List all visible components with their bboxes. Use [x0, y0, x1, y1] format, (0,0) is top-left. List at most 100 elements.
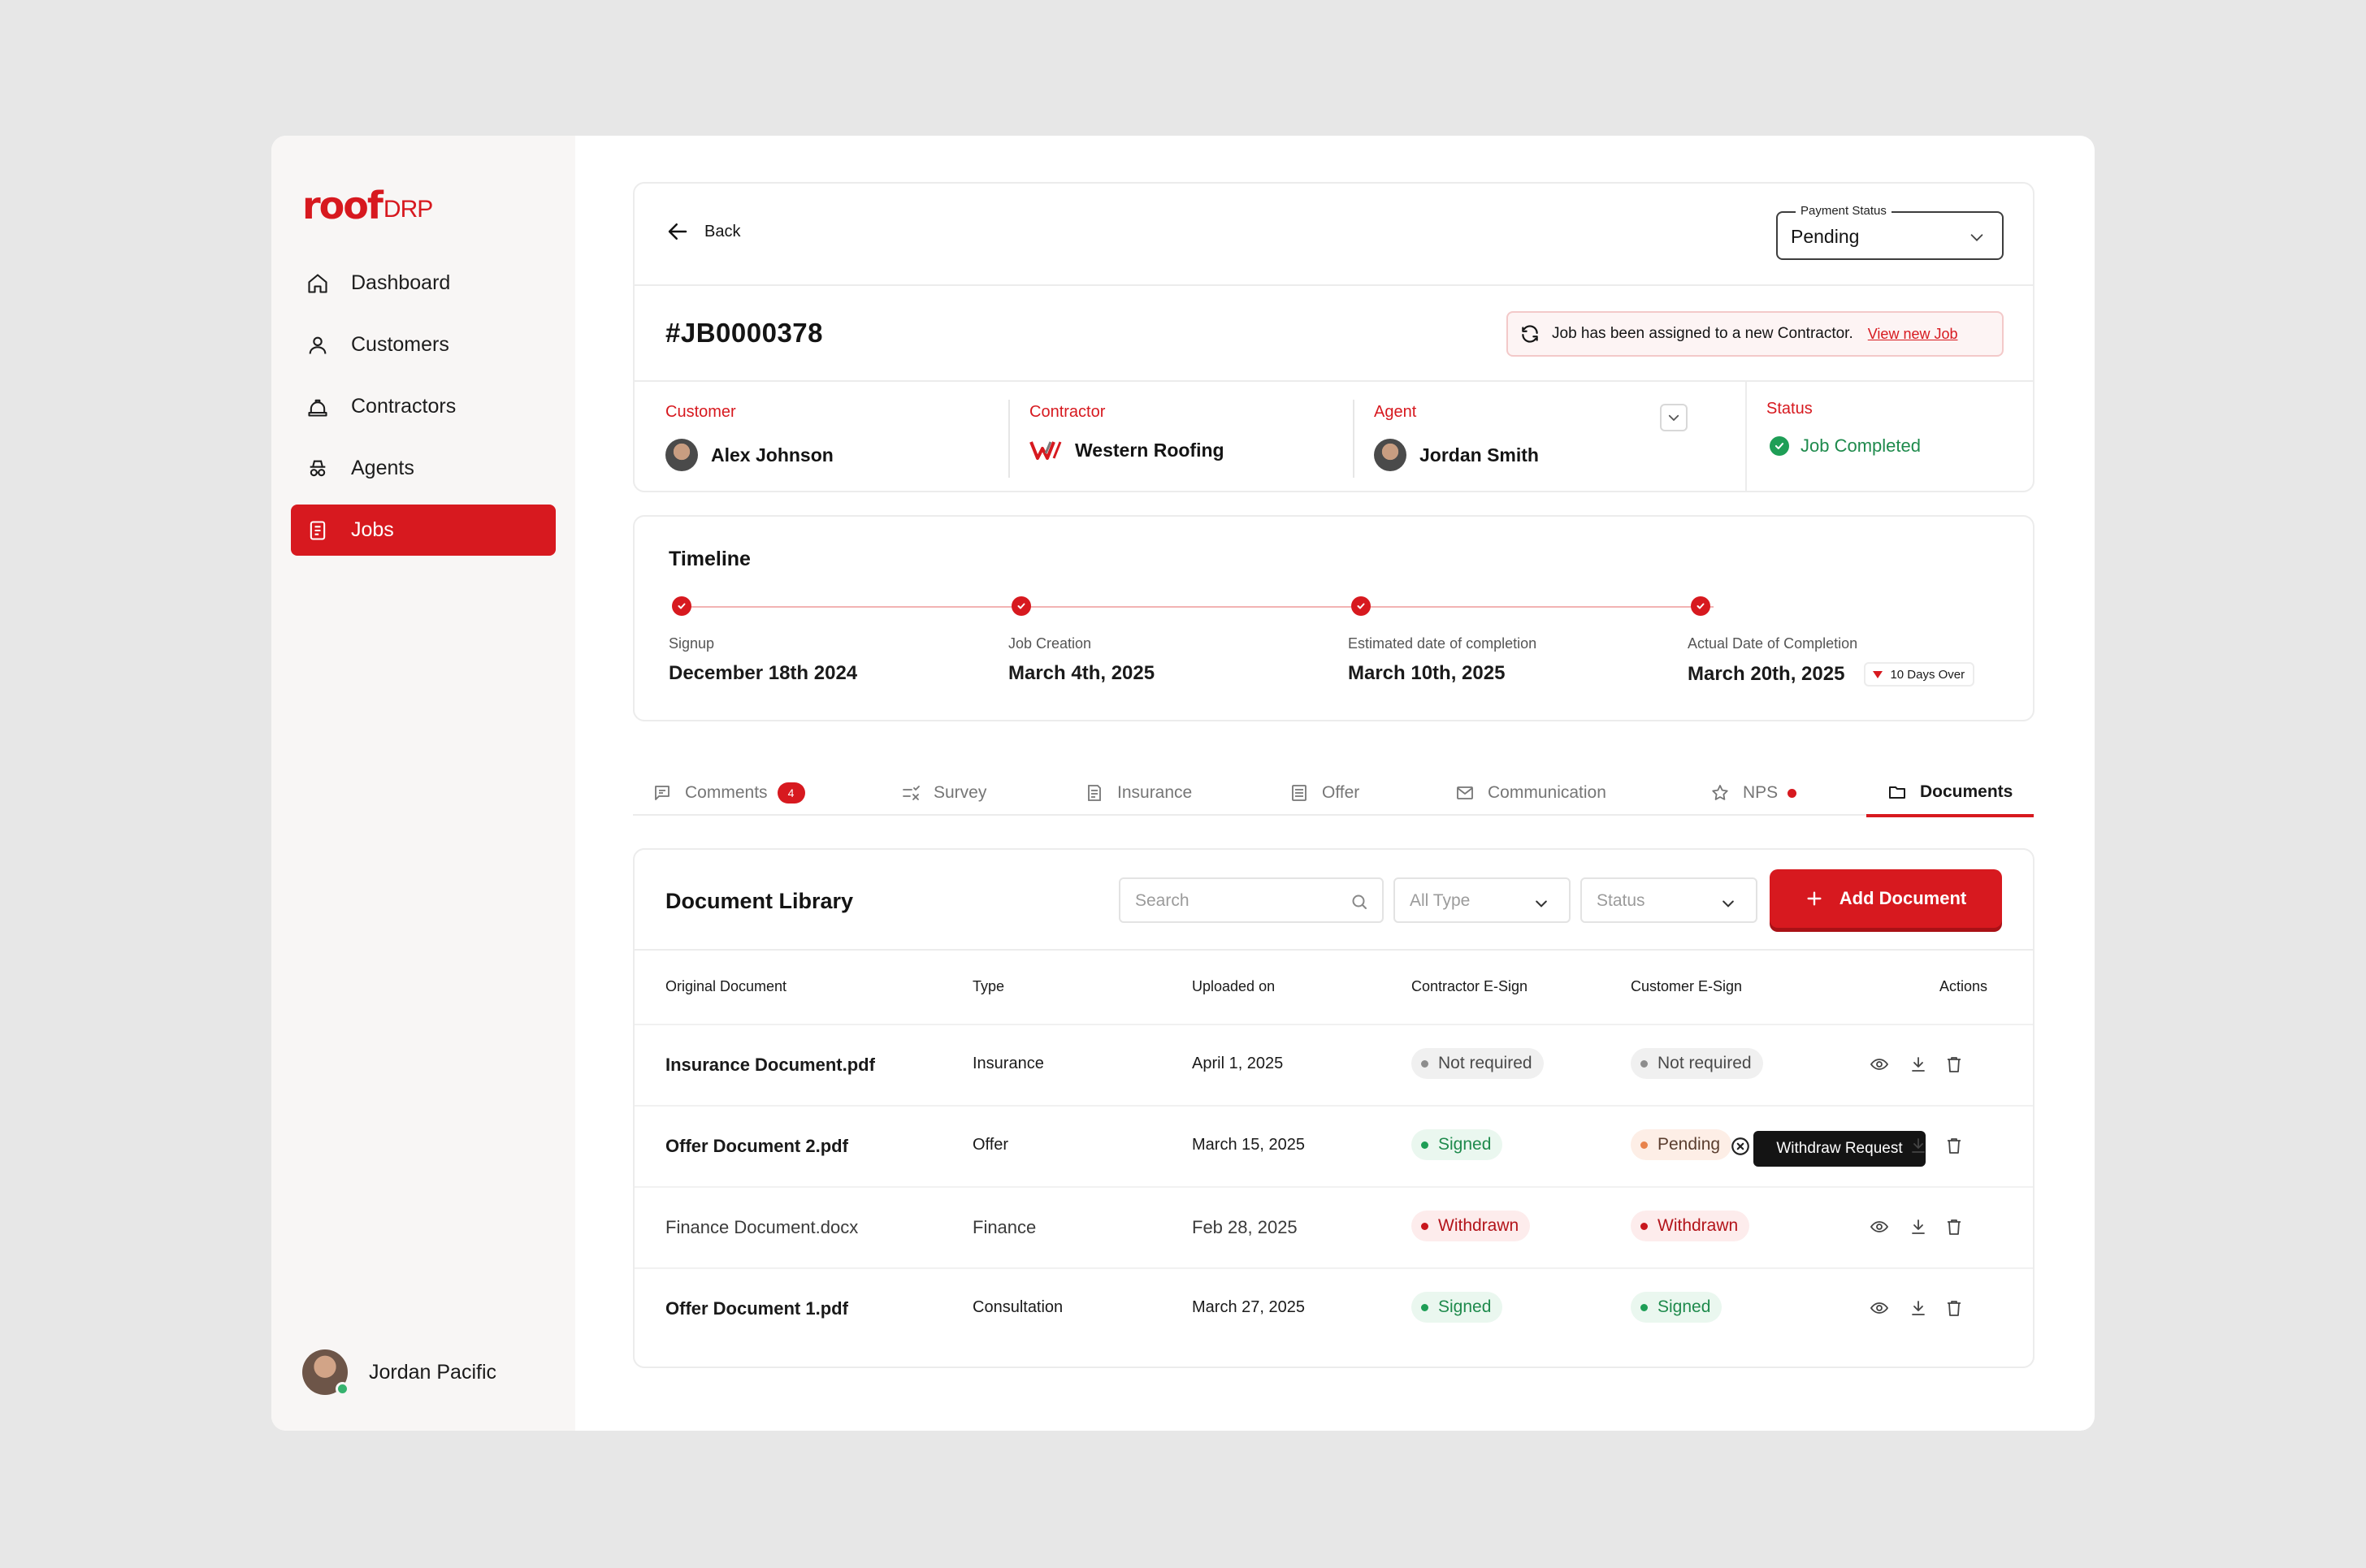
customer-esign-badge: Not required [1631, 1048, 1763, 1079]
comment-icon [655, 786, 670, 800]
column-header: Actions [1939, 978, 1988, 994]
download-icon[interactable] [1907, 1297, 1930, 1319]
trash-icon[interactable] [1943, 1134, 1965, 1157]
timeline-step-label: Estimated date of completion [1348, 635, 1537, 652]
chevron-down-icon [1668, 414, 1679, 422]
add-document-button[interactable]: Add Document [1770, 869, 2002, 928]
table-row[interactable]: Finance Document.docx Finance Feb 28, 20… [635, 1186, 2033, 1267]
trash-icon[interactable] [1943, 1215, 1965, 1238]
check-dot-icon [1012, 596, 1031, 616]
contractor-esign-badge: Withdrawn [1411, 1211, 1531, 1241]
document-name[interactable]: Offer Document 2.pdf [665, 1136, 848, 1157]
eye-icon[interactable] [1868, 1297, 1891, 1319]
reassign-alert: Job has been assigned to a new Contracto… [1506, 311, 2004, 357]
tab-comments[interactable]: Comments 4 [652, 770, 805, 816]
sidebar: roof DRP Dashboard Customers Contractors… [271, 136, 575, 1431]
customer-label: Customer [665, 403, 736, 421]
search-input[interactable]: Search [1119, 877, 1384, 923]
user-profile[interactable]: Jordan Pacific [302, 1349, 496, 1396]
brand-logo[interactable]: roof DRP [302, 184, 433, 224]
trash-icon[interactable] [1943, 1053, 1965, 1076]
survey-icon [903, 786, 920, 800]
sidebar-item-contractors[interactable]: Contractors [291, 381, 556, 432]
view-new-job-link[interactable]: View new Job [1868, 326, 1958, 343]
tab-nps[interactable]: NPS [1710, 770, 1797, 816]
agent-value[interactable]: Jordan Smith [1374, 439, 1539, 471]
sidebar-item-label: Jobs [351, 518, 394, 541]
tab-insurance[interactable]: Insurance [1085, 770, 1192, 816]
back-button[interactable]: Back [665, 219, 740, 244]
sidebar-item-dashboard[interactable]: Dashboard [291, 258, 556, 309]
document-uploaded-date: April 1, 2025 [1192, 1055, 1284, 1072]
document-name[interactable]: Offer Document 1.pdf [665, 1298, 848, 1319]
payment-status-select[interactable]: Payment Status Pending [1776, 204, 2004, 260]
document-name[interactable]: Insurance Document.pdf [665, 1055, 875, 1076]
type-filter-value: All Type [1410, 891, 1471, 910]
document-uploaded-date: Feb 28, 2025 [1192, 1217, 1298, 1237]
contractor-logo-icon [1029, 441, 1062, 460]
timeline-step-date: March 10th, 2025 [1348, 662, 1536, 685]
back-label: Back [704, 222, 741, 240]
timeline-step-date: December 18th 2024 [669, 662, 857, 685]
column-header: Contractor E-Sign [1411, 978, 1528, 994]
main-content: Back Payment Status Pending #JB0000378 J… [633, 182, 2034, 1368]
avatar [302, 1349, 349, 1396]
download-icon[interactable] [1907, 1215, 1930, 1238]
divider [635, 284, 2033, 286]
document-name[interactable]: Finance Document.docx [665, 1217, 858, 1238]
table-row[interactable]: Offer Document 1.pdf Consultation March … [635, 1267, 2033, 1349]
folder-icon [1889, 786, 1905, 799]
customer-value[interactable]: Alex Johnson [665, 439, 834, 471]
tab-communication[interactable]: Communication [1455, 770, 1606, 816]
plus-icon [1807, 891, 1822, 906]
timeline-step: Estimated date of completion March 10th,… [1348, 596, 1536, 685]
days-over-text: 10 Days Over [1890, 667, 1965, 682]
list-icon [1292, 785, 1306, 801]
job-status: Job Completed [1770, 435, 1921, 457]
days-over-badge: 10 Days Over [1864, 662, 1975, 687]
status-label: Status [1766, 400, 1813, 418]
withdraw-close-icon[interactable] [1730, 1136, 1751, 1157]
type-filter-select[interactable]: All Type [1393, 877, 1571, 923]
table-row[interactable]: Insurance Document.pdf Insurance April 1… [635, 1024, 2033, 1105]
tab-survey[interactable]: Survey [901, 770, 986, 816]
search-icon [1352, 894, 1367, 909]
tab-documents[interactable]: Documents [1866, 770, 2034, 817]
sidebar-item-label: Contractors [351, 395, 457, 418]
download-icon[interactable] [1907, 1053, 1930, 1076]
table-row[interactable]: Offer Document 2.pdf Offer March 15, 202… [635, 1105, 2033, 1186]
eye-icon[interactable] [1868, 1215, 1891, 1238]
trash-icon[interactable] [1943, 1297, 1965, 1319]
table-header: Original Document Type Uploaded on Contr… [635, 949, 2033, 1024]
download-icon[interactable] [1907, 1134, 1930, 1157]
customer-esign-badge: Pending [1631, 1129, 1732, 1160]
sidebar-item-jobs[interactable]: Jobs [291, 505, 556, 556]
contractor-esign-badge: Signed [1411, 1292, 1503, 1323]
comments-count-badge: 4 [777, 782, 805, 803]
document-type: Offer [973, 1136, 1009, 1154]
check-dot-icon [672, 596, 691, 616]
online-status-dot [336, 1382, 349, 1396]
add-document-label: Add Document [1839, 888, 1967, 908]
badge-text: Not required [1658, 1054, 1752, 1072]
chevron-down-icon [1536, 900, 1547, 907]
column-header: Original Document [665, 978, 787, 994]
timeline-step-label: Signup [669, 635, 715, 652]
document-type: Consultation [973, 1298, 1064, 1316]
sidebar-item-agents[interactable]: Agents [291, 443, 556, 494]
contractor-value[interactable]: Western Roofing [1029, 439, 1224, 461]
status-value: Job Completed [1800, 435, 1921, 456]
search-placeholder: Search [1135, 891, 1190, 910]
tab-label: Comments [685, 783, 768, 802]
tab-offer[interactable]: Offer [1289, 770, 1359, 816]
expand-parties-button[interactable] [1660, 404, 1688, 431]
home-icon [306, 271, 330, 296]
status-filter-select[interactable]: Status [1580, 877, 1757, 923]
sidebar-item-customers[interactable]: Customers [291, 319, 556, 370]
job-header-panel: Back Payment Status Pending #JB0000378 J… [633, 182, 2034, 492]
status-filter-value: Status [1597, 891, 1645, 910]
timeline-date-text: March 10th, 2025 [1348, 662, 1506, 684]
agent-name: Jordan Smith [1419, 444, 1539, 466]
eye-icon[interactable] [1868, 1053, 1891, 1076]
payment-status-value: Pending [1791, 226, 1860, 247]
